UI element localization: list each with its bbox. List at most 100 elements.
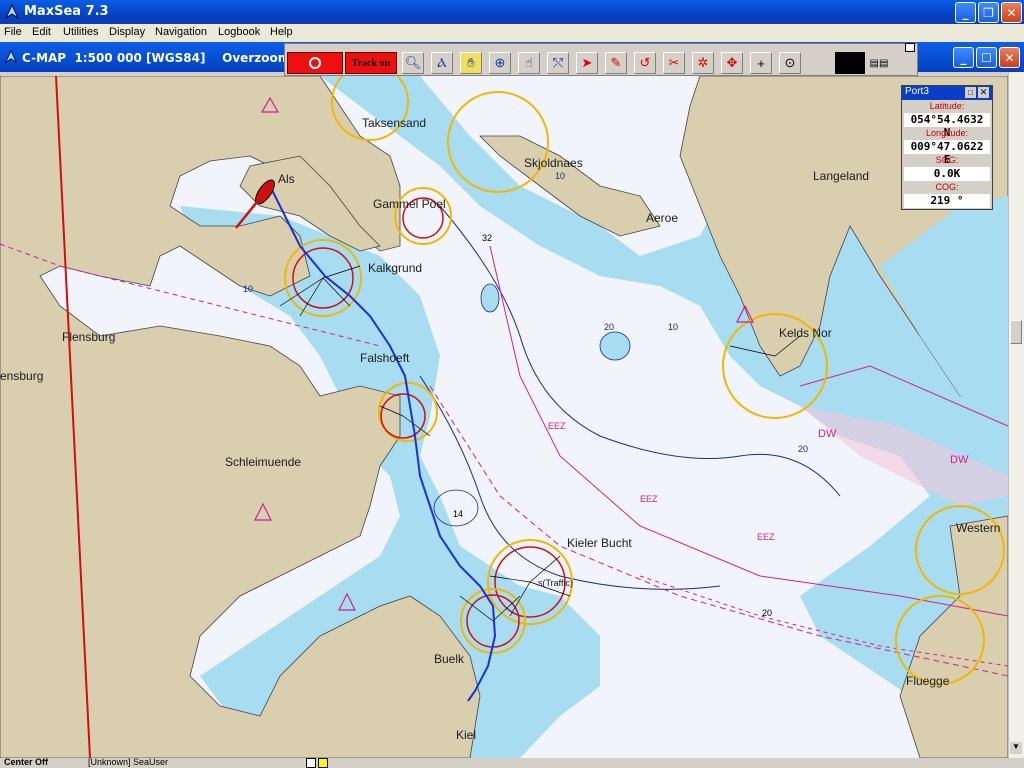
plus-icon: + (757, 55, 765, 71)
zoom-icon: 🔍︎ (404, 55, 422, 70)
scrollbar-thumb[interactable] (1010, 320, 1022, 344)
track-toggle-button[interactable]: Track on (345, 52, 397, 74)
hand-pan-tool[interactable]: ✋︎ (460, 52, 482, 74)
chart-window-title: C-MAP 1:500 000 [WGS84] Overzoom (22, 51, 291, 65)
route-tool[interactable]: ⤲ (547, 52, 569, 74)
compass-icon: Ⲁ (437, 55, 447, 70)
port-info-panel[interactable]: Port3 □ ✕ Latitude: 054°54.4632 N Longit… (901, 85, 993, 210)
status-toggle-1[interactable] (306, 758, 316, 768)
move-tool[interactable]: ✥ (721, 52, 743, 74)
target-icon: ⊙ (784, 55, 796, 70)
menu-file[interactable]: File (4, 26, 22, 38)
chart-close-button[interactable]: ✕ (999, 47, 1020, 68)
pointer-icon: ➤ (581, 55, 593, 70)
depth-10-b: 10 (243, 284, 254, 294)
shoal (480, 283, 500, 313)
dw-label-1: DW (818, 428, 837, 440)
rotate-tool[interactable]: ↺ (634, 52, 656, 74)
menu-navigation[interactable]: Navigation (155, 26, 207, 38)
pencil-tool[interactable]: ✎ (605, 52, 627, 74)
menu-help[interactable]: Help (270, 26, 293, 38)
depth-20-b: 20 (604, 322, 615, 332)
hand-move-icon: ☝︎ (525, 55, 533, 70)
sog-value: 0.0K (904, 167, 990, 181)
shoal (599, 331, 631, 361)
place-taksensand: Taksensand (362, 116, 427, 130)
menu-bar: File Edit Utilities Display Navigation L… (0, 24, 1024, 42)
port-panel-restore-button[interactable]: □ (965, 87, 976, 98)
target-tool[interactable]: ⊙ (779, 52, 801, 74)
place-flensburg: Flensburg (62, 330, 116, 344)
toolbar-spacer (807, 52, 831, 74)
chart-maximize-button[interactable]: ☐ (976, 47, 997, 68)
layers-icon: ▤▤ (869, 57, 889, 69)
place-western: Western (956, 521, 1001, 535)
chart-minimize-button[interactable]: _ (953, 47, 974, 68)
port-panel-title: Port3 (905, 86, 929, 97)
route-icon: ⤲ (552, 55, 564, 70)
hand-pan-icon: ✋︎ (467, 55, 475, 70)
plus-tool[interactable]: + (750, 52, 772, 74)
hand-move-tool[interactable]: ☝︎ (518, 52, 540, 74)
place-buelk: Buelk (434, 652, 465, 666)
color-swatch[interactable] (835, 52, 865, 74)
depth-32: 32 (482, 233, 493, 243)
crosshair-tool[interactable]: ⊕ (489, 52, 511, 74)
depth-10-c: 10 (668, 322, 679, 332)
nautical-chart[interactable]: Taksensand Skjoldnaes Langeland Als Gamm… (0, 76, 1008, 758)
close-button[interactable]: ✕ (1001, 2, 1022, 23)
pointer-tool[interactable]: ➤ (576, 52, 598, 74)
place-flensburg-2: ensburg (0, 369, 44, 383)
place-schleimuende: Schleimuende (225, 455, 302, 469)
toolbar-close-button[interactable] (905, 43, 915, 52)
zoom-tool[interactable]: 🔍︎ (402, 52, 424, 74)
menu-logbook[interactable]: Logbook (218, 26, 260, 38)
latitude-label: Latitude: (929, 101, 965, 111)
place-skjoldnaes: Skjoldnaes (524, 156, 583, 170)
eez-label-1: EEZ (548, 421, 566, 431)
latitude-value: 054°54.4632 N (904, 113, 990, 139)
status-center[interactable]: Center Off (4, 758, 48, 767)
cog-label: COG: (935, 182, 959, 192)
sog-label: SOG: (935, 155, 959, 165)
chart-vertical-scrollbar[interactable]: ▼ (1008, 72, 1024, 758)
menu-edit[interactable]: Edit (32, 26, 51, 38)
status-user: [Unknown] SeaUser (88, 758, 169, 767)
depth-20-c: 20 (798, 444, 809, 454)
maxsea-app-icon (4, 4, 20, 20)
eez-label-3: EEZ (757, 532, 775, 542)
place-als: Als (278, 172, 295, 186)
port-panel-header: Port3 □ ✕ (902, 86, 992, 100)
stop-button[interactable] (287, 52, 343, 74)
depth-20-a: 20 (762, 608, 773, 618)
mark-icon: ✲ (697, 55, 709, 70)
compass-tool[interactable]: Ⲁ (431, 52, 453, 74)
menu-display[interactable]: Display (109, 26, 145, 38)
place-kieler-bucht: Kieler Bucht (567, 536, 632, 550)
place-traffic: s(Traffic) (538, 578, 573, 588)
layers-tool[interactable]: ▤▤ (868, 52, 890, 74)
cog-value: 219 ° (904, 194, 990, 208)
port-panel-close-button[interactable]: ✕ (978, 87, 989, 98)
scroll-down-button[interactable]: ▼ (1010, 742, 1022, 754)
scissors-tool[interactable]: ✂ (663, 52, 685, 74)
app-titlebar: MaxSea 7.3 _ ❐ ✕ (0, 0, 1024, 24)
status-bar: Center Off [Unknown] SeaUser (0, 758, 1024, 768)
scissors-icon: ✂ (668, 55, 680, 70)
place-falshoeft: Falshoeft (360, 351, 410, 365)
mark-tool[interactable]: ✲ (692, 52, 714, 74)
stop-icon (309, 57, 321, 69)
eez-label-2: EEZ (640, 494, 658, 504)
app-title: MaxSea 7.3 (24, 4, 109, 19)
move-icon: ✥ (726, 55, 738, 70)
status-toggle-2[interactable] (318, 758, 328, 768)
chart-toolbar: Track on 🔍︎ Ⲁ ✋︎ ⊕ ☝︎ ⤲ ➤ ✎ ↺ ✂ ✲ ✥ + ⊙ … (284, 43, 918, 76)
minimize-button[interactable]: _ (955, 2, 976, 23)
restore-button[interactable]: ❐ (978, 2, 999, 23)
menu-utilities[interactable]: Utilities (63, 26, 98, 38)
place-langeland: Langeland (813, 169, 870, 183)
longitude-label: Longitude: (925, 128, 969, 138)
crosshair-icon: ⊕ (494, 55, 506, 70)
dw-label-2: DW (950, 454, 969, 466)
rotate-icon: ↺ (639, 55, 651, 70)
